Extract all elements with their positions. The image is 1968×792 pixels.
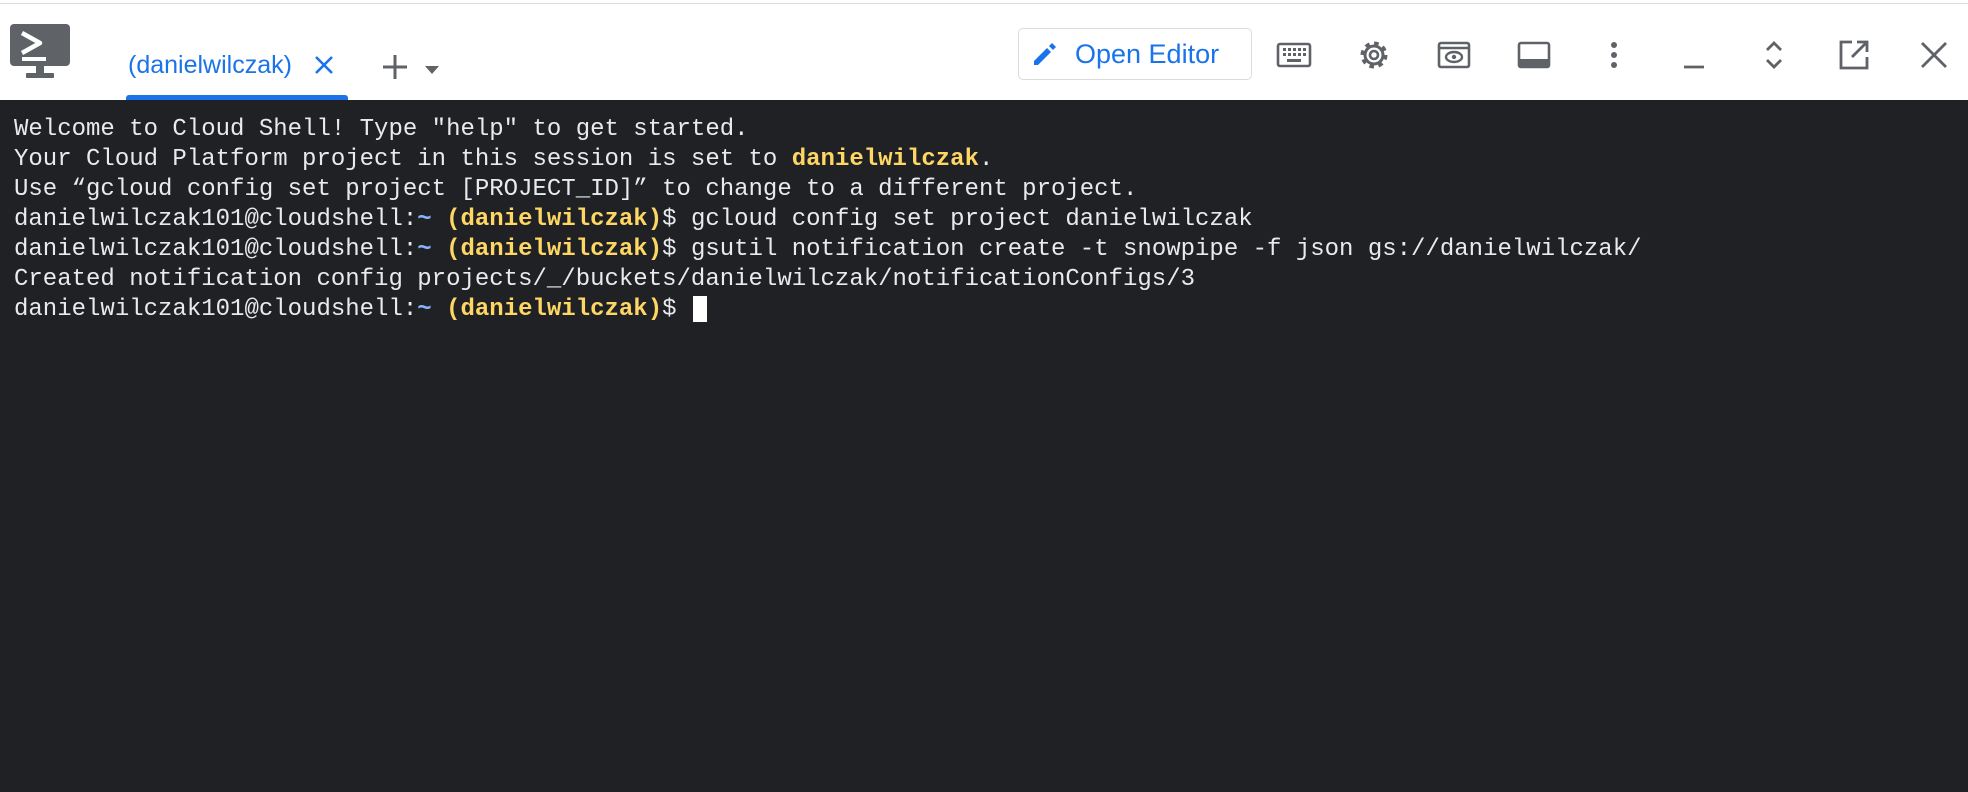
hint-text: Use “gcloud config set project [PROJECT_… bbox=[14, 176, 1138, 203]
prompt-project: (danielwilczak) bbox=[446, 206, 663, 233]
terminal-cursor[interactable] bbox=[692, 295, 707, 322]
prompt-dollar: $ bbox=[662, 206, 691, 233]
more-vert-icon[interactable] bbox=[1596, 37, 1632, 73]
command-text: gsutil notification create -t snowpipe -… bbox=[690, 236, 1642, 263]
project-info-text: Your Cloud Platform project in this sess… bbox=[14, 146, 792, 173]
prompt-host: danielwilczak101@cloudshell: bbox=[14, 236, 418, 263]
prompt-path: ~ bbox=[417, 236, 432, 263]
terminal-line: danielwilczak101@cloudshell:~ (danielwil… bbox=[14, 205, 1968, 235]
prompt-path: ~ bbox=[417, 296, 432, 323]
prompt-host: danielwilczak101@cloudshell: bbox=[14, 296, 418, 323]
project-name: danielwilczak bbox=[791, 146, 979, 173]
minimize-icon[interactable] bbox=[1676, 37, 1712, 73]
terminal-line: danielwilczak101@cloudshell:~ (danielwil… bbox=[14, 295, 1968, 325]
terminal-line: Welcome to Cloud Shell! Type "help" to g… bbox=[14, 115, 1968, 145]
close-tab-icon[interactable] bbox=[312, 53, 336, 77]
command-output: Created notification config projects/_/b… bbox=[14, 266, 1195, 293]
chevron-down-icon[interactable] bbox=[424, 62, 440, 74]
terminal-output[interactable]: Welcome to Cloud Shell! Type "help" to g… bbox=[0, 100, 1968, 792]
terminal-line: Use “gcloud config set project [PROJECT_… bbox=[14, 175, 1968, 205]
prompt-project: (danielwilczak) bbox=[446, 236, 663, 263]
terminal-line: Your Cloud Platform project in this sess… bbox=[14, 145, 1968, 175]
command-text: gcloud config set project danielwilczak bbox=[690, 206, 1253, 233]
cloud-shell-toolbar: (danielwilczak) Open Editor bbox=[0, 4, 1968, 100]
cloud-shell-terminal-icon bbox=[10, 24, 70, 80]
keyboard-icon[interactable] bbox=[1276, 37, 1312, 73]
prompt-path: ~ bbox=[417, 206, 432, 233]
gear-icon[interactable] bbox=[1356, 37, 1392, 73]
web-preview-icon[interactable] bbox=[1436, 37, 1472, 73]
terminal-line: danielwilczak101@cloudshell:~ (danielwil… bbox=[14, 235, 1968, 265]
prompt-dollar: $ bbox=[662, 296, 691, 323]
open-editor-label: Open Editor bbox=[1075, 38, 1220, 69]
add-tab-icon[interactable] bbox=[380, 52, 410, 82]
project-info-suffix: . bbox=[978, 146, 994, 173]
open-new-window-icon[interactable] bbox=[1836, 37, 1872, 73]
close-icon[interactable] bbox=[1916, 37, 1952, 73]
restore-icon[interactable] bbox=[1756, 37, 1792, 73]
terminal-line: Created notification config projects/_/b… bbox=[14, 265, 1968, 295]
prompt-dollar: $ bbox=[662, 236, 691, 263]
open-editor-button[interactable]: Open Editor bbox=[1018, 28, 1252, 80]
terminal-tab[interactable]: (danielwilczak) bbox=[126, 32, 338, 98]
prompt-host: danielwilczak101@cloudshell: bbox=[14, 206, 418, 233]
tab-label: (danielwilczak) bbox=[128, 50, 292, 79]
prompt-project: (danielwilczak) bbox=[446, 296, 663, 323]
panel-layout-icon[interactable] bbox=[1516, 37, 1552, 73]
pencil-icon bbox=[1034, 43, 1056, 65]
welcome-text: Welcome to Cloud Shell! Type "help" to g… bbox=[14, 116, 749, 143]
